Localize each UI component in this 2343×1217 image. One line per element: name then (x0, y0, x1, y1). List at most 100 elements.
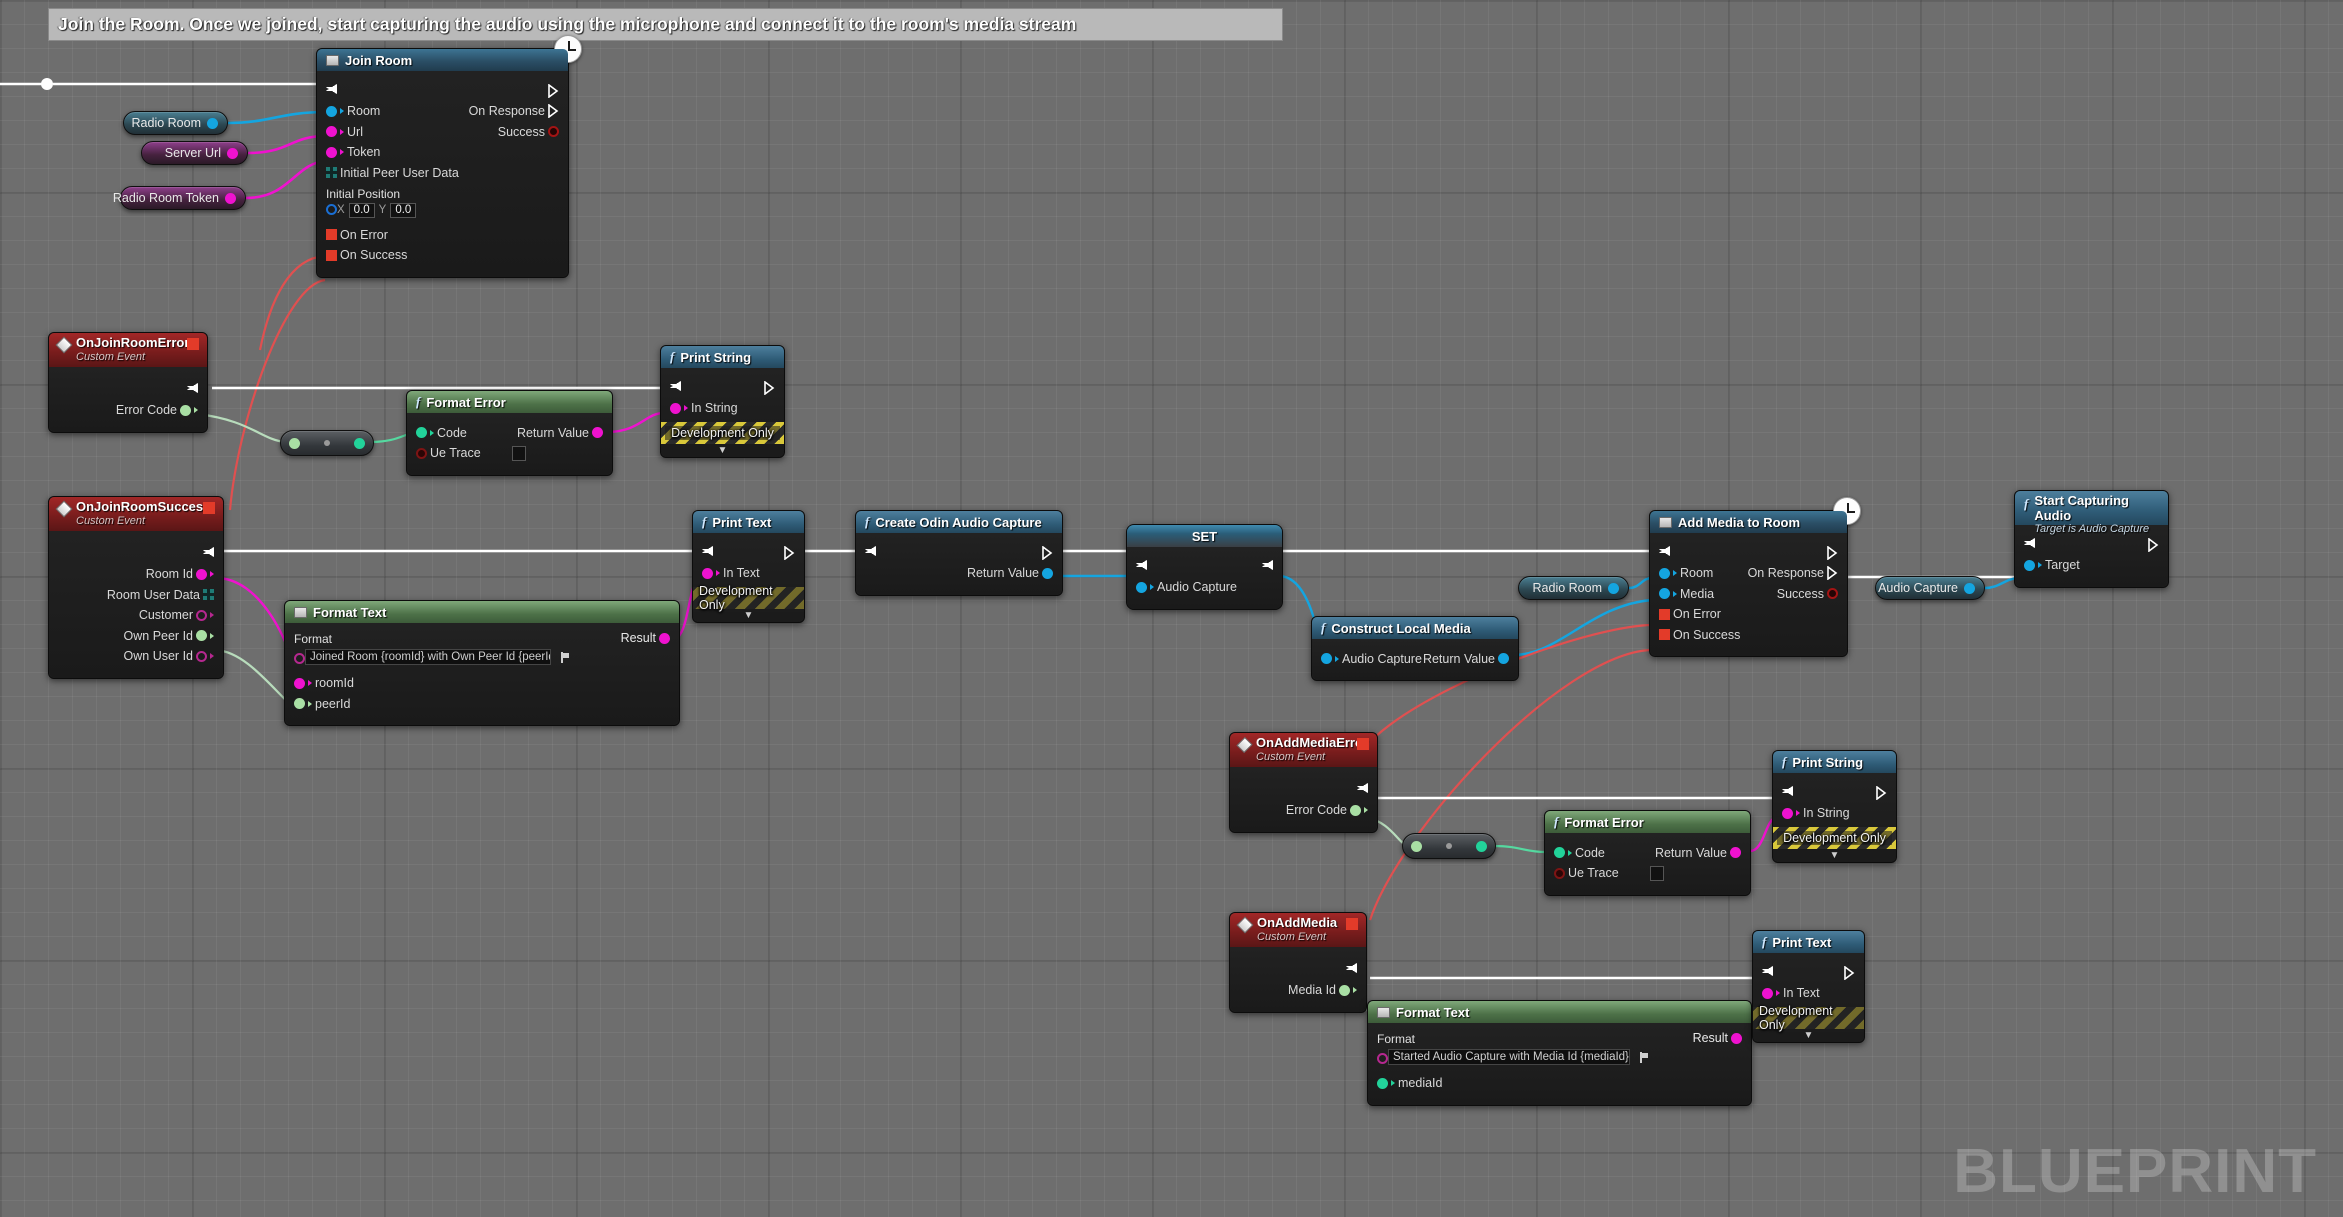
ue-trace-checkbox[interactable] (511, 445, 526, 461)
format-input-pin[interactable] (1377, 1053, 1388, 1064)
variable-node-audio-capture[interactable]: Audio Capture (1875, 576, 1985, 600)
node-header[interactable]: Format Text (285, 601, 679, 623)
on-success-delegate-pin[interactable] (326, 249, 337, 261)
string-pin[interactable] (227, 147, 238, 159)
exec-out-pin[interactable] (784, 545, 795, 560)
graph-comment-bar[interactable]: Join the Room. Once we joined, start cap… (48, 8, 1283, 41)
exec-out-pin[interactable] (548, 83, 559, 98)
ue-trace-input-pin[interactable] (416, 447, 427, 459)
knot-in-pin[interactable] (289, 437, 300, 449)
result-output-pin[interactable] (659, 632, 670, 644)
exec-out-pin[interactable] (2148, 537, 2159, 552)
expand-caret-icon[interactable]: ▼ (1773, 849, 1896, 862)
node-format-error-1[interactable]: f Format Error Code Return Value Ue Trac… (406, 390, 613, 476)
on-response-exec-pin[interactable] (1827, 566, 1838, 580)
exec-out-pin[interactable] (1346, 962, 1357, 977)
exec-out-pin[interactable] (187, 382, 198, 397)
media-id-output-pin[interactable] (1339, 984, 1350, 996)
exec-out-pin[interactable] (1844, 965, 1855, 980)
return-value-output-pin[interactable] (592, 427, 603, 438)
node-on-join-room-error[interactable]: OnJoinRoomError Custom Event Error Code (48, 332, 208, 433)
node-header[interactable]: f Print String (1773, 751, 1896, 773)
node-format-text-1[interactable]: Format Text Format Joined Room {roomId} … (284, 600, 680, 726)
variable-node-radio-room-2[interactable]: Radio Room (1518, 576, 1629, 600)
node-print-text-2[interactable]: f Print Text In Text Development Only ▼ (1752, 930, 1865, 1043)
target-input-pin[interactable] (2024, 559, 2035, 571)
initial-position-y-input[interactable]: 0.0 (390, 202, 417, 218)
struct-pin[interactable] (326, 167, 337, 178)
exec-in-pin[interactable] (1782, 785, 1793, 800)
exec-in-pin[interactable] (326, 83, 337, 98)
success-output-pin[interactable] (548, 126, 559, 137)
in-text-input-pin[interactable] (1762, 987, 1773, 999)
exec-in-pin[interactable] (702, 545, 713, 560)
on-error-delegate-pin[interactable] (326, 229, 337, 240)
variable-node-server-url[interactable]: Server Url (141, 141, 248, 165)
node-format-text-2[interactable]: Format Text Format Started Audio Capture… (1367, 1000, 1752, 1106)
initial-position-pin[interactable] (326, 203, 337, 215)
room-input-pin[interactable] (326, 105, 337, 117)
on-response-exec-pin[interactable] (548, 104, 559, 118)
url-input-pin[interactable] (326, 126, 337, 137)
exec-in-pin[interactable] (2024, 537, 2035, 552)
node-header[interactable]: Add Media to Room (1650, 511, 1847, 533)
flag-icon[interactable] (561, 652, 570, 663)
code-input-pin[interactable] (1554, 847, 1565, 858)
node-header[interactable]: OnAddMediaError Custom Event (1230, 733, 1377, 767)
exec-out-pin[interactable] (1827, 545, 1838, 560)
expand-caret-icon[interactable]: ▼ (661, 444, 784, 457)
reroute-knot-node[interactable] (1402, 833, 1496, 859)
exec-out-pin[interactable] (1262, 559, 1273, 574)
own-user-id-output-pin[interactable] (196, 650, 207, 662)
node-header[interactable]: OnJoinRoomError Custom Event (49, 333, 207, 367)
in-string-input-pin[interactable] (1782, 807, 1793, 819)
exec-out-pin[interactable] (1042, 545, 1053, 560)
node-header[interactable]: f Format Error (1545, 811, 1750, 833)
node-header[interactable]: SET (1127, 525, 1282, 547)
string-pin[interactable] (225, 192, 236, 204)
object-pin[interactable] (1608, 582, 1619, 594)
format-text-input[interactable]: Joined Room {roomId} with Own Peer Id {p… (305, 649, 551, 665)
node-construct-local-media[interactable]: f Construct Local Media Audio Capture Re… (1311, 616, 1519, 681)
node-header[interactable]: OnJoinRoomSuccess Custom Event (49, 497, 223, 531)
exec-in-pin[interactable] (865, 545, 876, 560)
token-input-pin[interactable] (326, 146, 337, 158)
node-header[interactable]: f Print Text (1753, 931, 1864, 953)
room-id-output-pin[interactable] (196, 568, 207, 580)
room-user-data-output-pin[interactable] (203, 589, 214, 600)
mediaid-input-pin[interactable] (1377, 1077, 1388, 1089)
node-set-audio-capture[interactable]: SET Audio Capture (1126, 524, 1283, 610)
node-on-add-media[interactable]: OnAddMedia Custom Event Media Id (1229, 912, 1367, 1013)
node-print-text-1[interactable]: f Print Text In Text Development Only ▼ (692, 510, 805, 623)
node-on-join-room-success[interactable]: OnJoinRoomSuccess Custom Event Room Id R… (48, 496, 224, 679)
node-header[interactable]: Join Room (317, 49, 568, 71)
variable-node-radio-room[interactable]: Radio Room (123, 111, 228, 135)
node-create-odin-audio-capture[interactable]: f Create Odin Audio Capture Return Value (855, 510, 1063, 596)
error-code-output-pin[interactable] (1350, 804, 1361, 816)
node-header[interactable]: f Print String (661, 346, 784, 368)
exec-in-pin[interactable] (1659, 545, 1670, 560)
variable-node-radio-room-token[interactable]: Radio Room Token (113, 186, 246, 210)
node-header[interactable]: Format Text (1368, 1001, 1751, 1023)
in-string-input-pin[interactable] (670, 402, 681, 414)
on-error-delegate-pin[interactable] (1659, 608, 1670, 620)
node-print-string-2[interactable]: f Print String In String Development Onl… (1772, 750, 1897, 863)
in-text-input-pin[interactable] (702, 567, 713, 579)
node-join-room[interactable]: Join Room Room On Response Url Success T… (316, 35, 582, 278)
roomid-input-pin[interactable] (294, 677, 305, 689)
exec-out-pin[interactable] (203, 546, 214, 561)
node-on-add-media-error[interactable]: OnAddMediaError Custom Event Error Code (1229, 732, 1378, 833)
on-success-delegate-pin[interactable] (1659, 629, 1670, 640)
format-input-pin[interactable] (294, 653, 305, 664)
node-header[interactable]: f Start Capturing Audio Target is Audio … (2015, 491, 2168, 535)
error-code-output-pin[interactable] (180, 404, 191, 416)
node-header[interactable]: f Create Odin Audio Capture (856, 511, 1062, 533)
node-header[interactable]: f Construct Local Media (1312, 617, 1518, 639)
customer-output-pin[interactable] (196, 609, 207, 621)
exec-out-pin[interactable] (1876, 785, 1887, 800)
node-format-error-2[interactable]: f Format Error Code Return Value Ue Trac… (1544, 810, 1751, 896)
room-input-pin[interactable] (1659, 567, 1670, 579)
knot-out-pin[interactable] (1476, 840, 1487, 852)
ue-trace-checkbox[interactable] (1649, 865, 1664, 881)
return-value-output-pin[interactable] (1498, 653, 1509, 664)
